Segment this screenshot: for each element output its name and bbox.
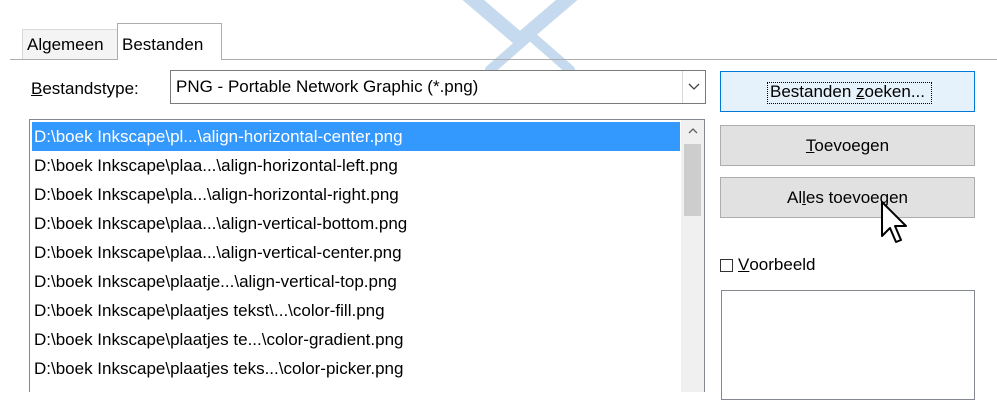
mouse-pointer-icon <box>881 201 907 243</box>
list-item[interactable]: D:\boek Inkscape\plaatjes tekst\...\colo… <box>32 296 680 325</box>
tab-bar: Algemeen Bestanden <box>0 0 997 60</box>
list-item[interactable]: D:\boek Inkscape\plaa...\align-vertical-… <box>32 209 680 238</box>
list-item[interactable]: D:\boek Inkscape\plaatjes te...\color-gr… <box>32 325 680 354</box>
preview-label: oorbeeld <box>749 255 816 274</box>
scrollbar-thumb[interactable] <box>684 144 701 216</box>
chevron-down-icon[interactable] <box>682 71 705 103</box>
add-all-label-a: Al <box>787 188 803 207</box>
list-item-selected[interactable]: D:\boek Inkscape\pl...\align-horizontal-… <box>32 122 680 151</box>
focus-rectangle <box>767 82 932 104</box>
preview-pane <box>721 290 975 400</box>
filetype-label-text: estandstype: <box>42 79 139 98</box>
list-item[interactable]: D:\boek Inkscape\plaa...\align-vertical-… <box>32 238 680 267</box>
filetype-selected-value: PNG - Portable Network Graphic (*.png) <box>176 77 479 96</box>
add-all-button[interactable]: Alles toevoegen <box>720 177 975 218</box>
add-label: oevoegen <box>814 136 890 155</box>
tab-general[interactable]: Algemeen <box>22 29 118 59</box>
filetype-dropdown[interactable]: PNG - Portable Network Graphic (*.png) <box>170 70 706 104</box>
scroll-up-arrow-icon[interactable] <box>681 120 704 142</box>
list-item[interactable]: D:\boek Inkscape\plaatjes teks...\color-… <box>32 354 680 383</box>
add-button[interactable]: Toevoegen <box>720 125 975 166</box>
filetype-label-mnemonic: B <box>31 79 43 98</box>
list-item[interactable]: D:\boek Inkscape\plaa...\align-horizonta… <box>32 151 680 180</box>
search-files-button[interactable]: Bestanden zoeken... <box>720 71 975 112</box>
filetype-label: Bestandstype: <box>31 79 139 99</box>
checkbox-icon[interactable] <box>720 258 733 272</box>
preview-mnemonic: V <box>738 255 750 274</box>
list-item[interactable]: D:\boek Inkscape\pla...\align-horizontal… <box>32 180 680 209</box>
preview-checkbox[interactable]: Voorbeeld <box>720 255 816 275</box>
tab-files[interactable]: Bestanden <box>117 23 222 60</box>
file-list[interactable]: D:\boek Inkscape\pl...\align-horizontal-… <box>29 119 705 392</box>
vertical-scrollbar[interactable] <box>681 120 704 392</box>
list-item[interactable]: D:\boek Inkscape\plaatje...\align-vertic… <box>32 267 680 296</box>
